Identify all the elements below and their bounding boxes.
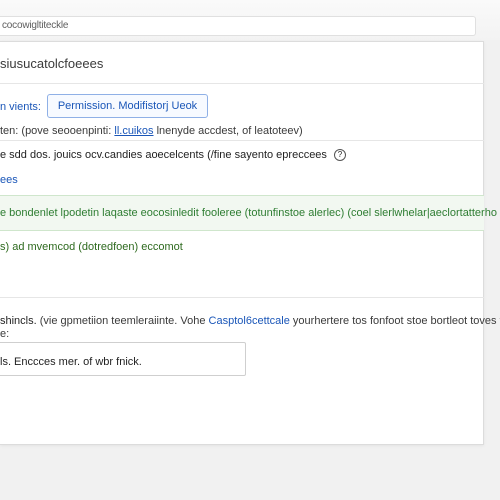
shortcut-text-input[interactable] <box>0 342 246 376</box>
permissions-label: n vients: <box>0 101 41 113</box>
shortcuts-suffix: yourhertere tos fonfoot stoe bortleot to… <box>292 315 500 327</box>
divider <box>0 140 484 141</box>
permission-modify-button[interactable]: Permission. Modifistorj Ueok <box>47 94 208 118</box>
settings-panel: siusucatolcfoeees n vients: Permission. … <box>0 41 500 445</box>
notice-line-2: s) ad mvemcod (dotredfoen) eccomot <box>0 241 183 253</box>
description-text: e sdd dos. jouics ocv.candies aoecelcent… <box>0 149 327 161</box>
shortcuts-row: shincls. (vie gpmetiion teemleraiinte. V… <box>0 315 500 327</box>
description-row: e sdd dos. jouics ocv.candies aoecelcent… <box>0 149 346 161</box>
info-link[interactable]: ll.cuikos <box>114 125 153 137</box>
shortcuts-label: shincls. <box>0 315 37 327</box>
shortcuts-continuation: e: <box>0 328 10 340</box>
info-row: ten: (pove seooenpinti: ll.cuikos lnenyd… <box>0 125 303 137</box>
shortcuts-link[interactable]: Casptol6cettcale <box>209 315 290 327</box>
help-icon[interactable]: ? <box>334 149 346 161</box>
divider <box>0 83 484 84</box>
address-bar[interactable]: cocowigltiteckle <box>0 16 476 36</box>
notice-banner: e bondenlet lpodetin laqaste eocosinledi… <box>0 195 497 231</box>
info-suffix: lnenyde accdest, of leatoteev) <box>156 125 303 137</box>
notice-line-1: e bondenlet lpodetin laqaste eocosinledi… <box>0 207 497 219</box>
more-link[interactable]: ees <box>0 174 18 186</box>
browser-toolbar: cocowigltiteckle <box>0 0 500 40</box>
info-prefix: ten: (pove seooenpinti: <box>0 125 112 137</box>
shortcuts-prefix: (vie gpmetiion teemleraiinte. Vohe <box>39 315 206 327</box>
address-bar-text: cocowigltiteckle <box>2 20 69 31</box>
divider <box>0 297 484 298</box>
section-title: siusucatolcfoeees <box>0 56 104 71</box>
